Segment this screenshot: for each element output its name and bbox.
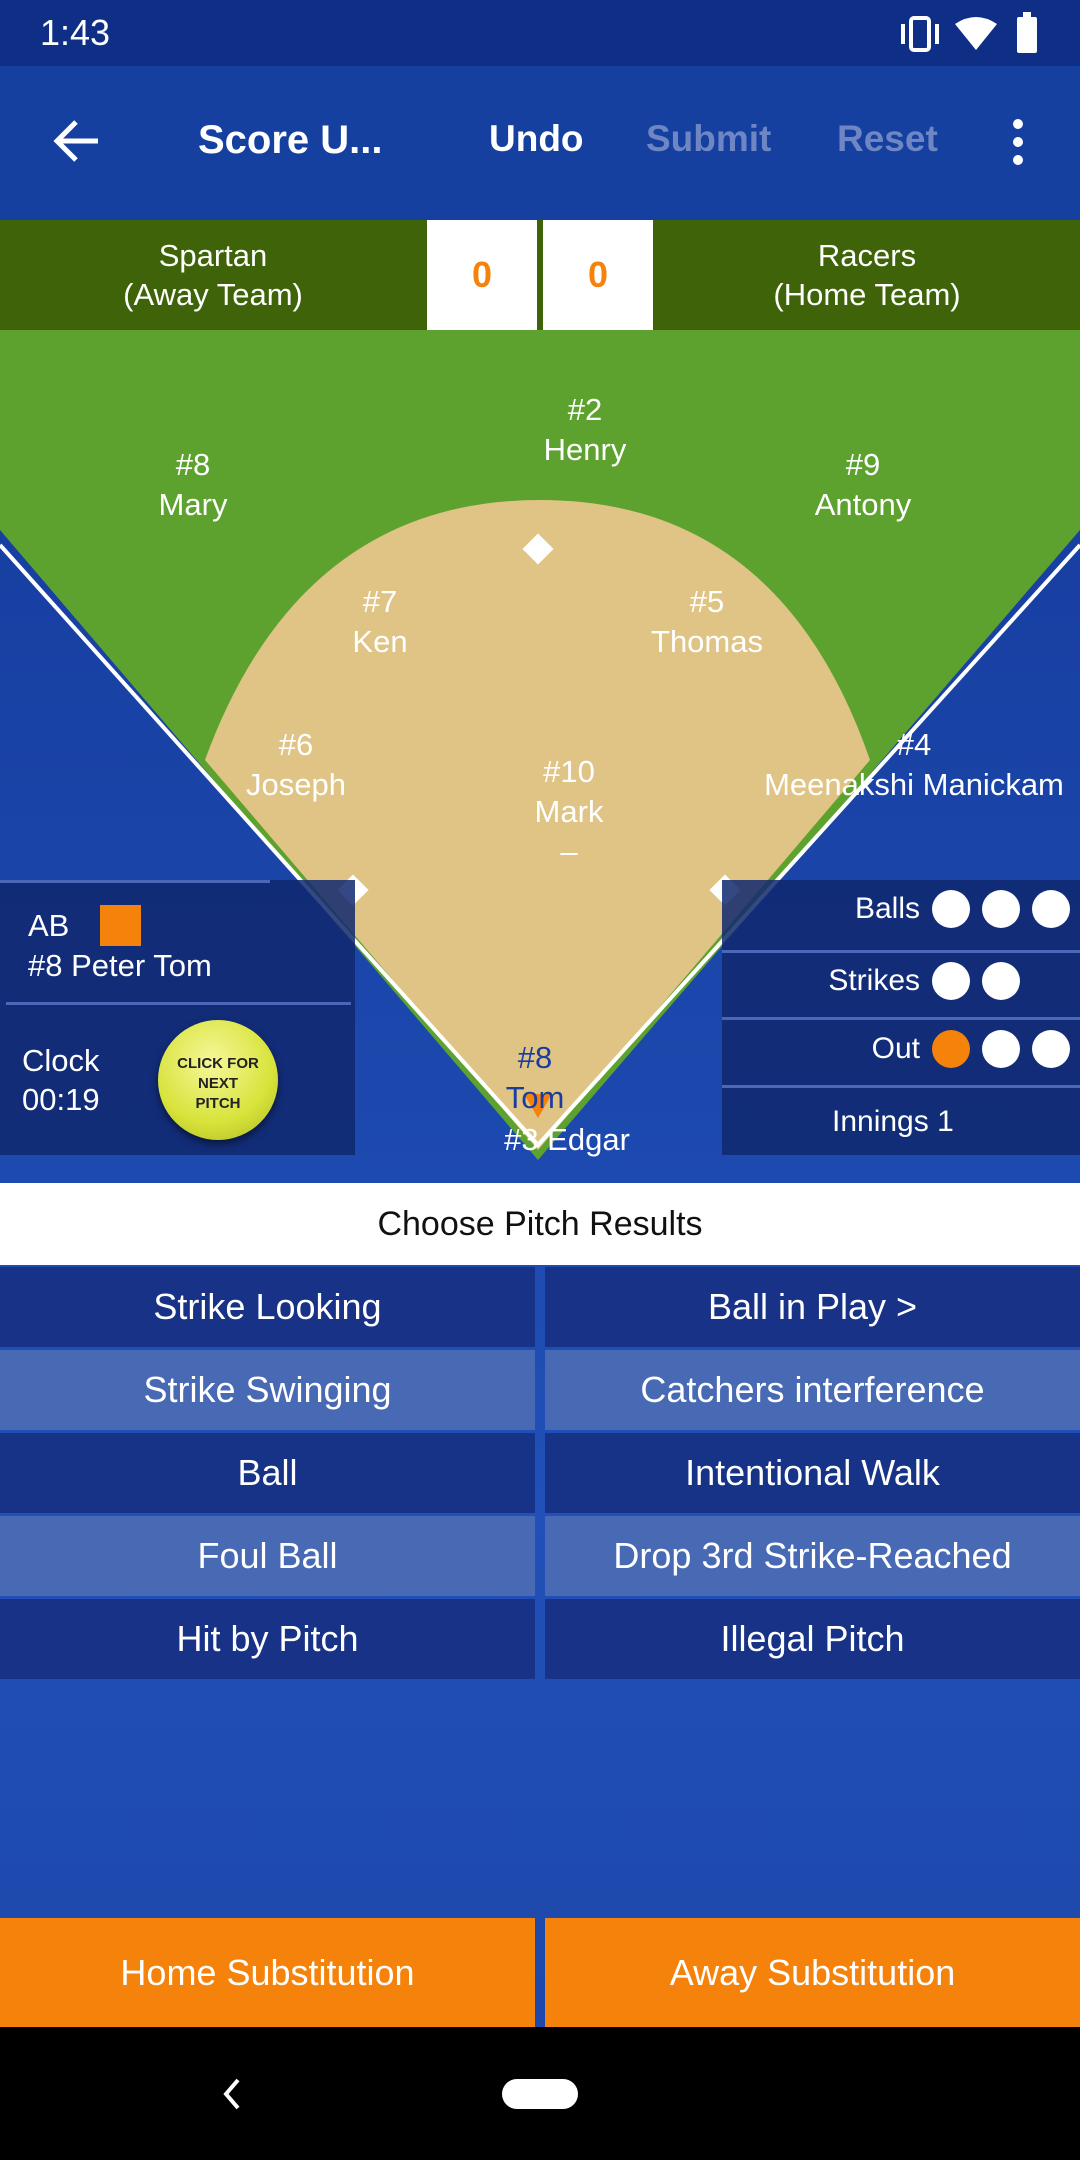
away-team: Spartan (Away Team) — [3, 236, 423, 314]
reset-button[interactable]: Reset — [837, 118, 938, 160]
batter-name: #8 Peter Tom — [28, 948, 212, 983]
intentional-walk-button[interactable]: Intentional Walk — [545, 1433, 1080, 1513]
page-title: Score U... — [198, 118, 383, 162]
more-options-icon[interactable] — [1008, 118, 1028, 168]
battery-icon — [1017, 12, 1037, 53]
home-team-name: Racers — [817, 238, 917, 273]
ball-indicator — [1032, 890, 1070, 928]
status-time: 1:43 — [40, 12, 111, 53]
player-position[interactable]: #5 Thomas — [651, 582, 763, 662]
at-bat-panel: AB #8 Peter Tom Clock 00:19 CLICK FOR NE… — [0, 880, 355, 1155]
player-position[interactable]: #8 Mary — [159, 445, 228, 525]
catcher-position[interactable]: #8 Tom — [506, 1038, 565, 1118]
vibrate-icon — [901, 16, 939, 52]
ball-in-play-button[interactable]: Ball in Play > — [545, 1267, 1080, 1347]
away-team-name: Spartan — [158, 238, 268, 273]
batter-label: #3 Edgar — [504, 1122, 630, 1157]
ab-label: AB — [28, 908, 70, 943]
player-position[interactable]: #9 Antony — [815, 445, 912, 525]
drop-3rd-strike-button[interactable]: Drop 3rd Strike-Reached — [545, 1516, 1080, 1596]
nav-home-button[interactable] — [502, 2079, 578, 2109]
strike-indicator — [982, 962, 1020, 1000]
foul-ball-button[interactable]: Foul Ball — [0, 1516, 535, 1596]
away-substitution-button[interactable]: Away Substitution — [545, 1918, 1080, 2027]
scoreboard: Spartan (Away Team) 0 0 Racers (Home Team) — [0, 220, 1080, 330]
home-substitution-button[interactable]: Home Substitution — [0, 1918, 535, 2027]
ab-indicator — [100, 905, 141, 946]
strike-swinging-button[interactable]: Strike Swinging — [0, 1350, 535, 1430]
ball-indicator — [932, 890, 970, 928]
pitch-results-title: Choose Pitch Results — [0, 1183, 1080, 1265]
ball-indicator — [982, 890, 1020, 928]
innings-label: Innings 1 — [832, 1105, 954, 1138]
away-team-label: (Away Team) — [123, 277, 303, 312]
outs-row: Out — [872, 1030, 1070, 1068]
player-position[interactable]: #6 Joseph — [246, 725, 346, 805]
clock-label: Clock — [22, 1043, 100, 1078]
home-team: Racers (Home Team) — [657, 236, 1077, 314]
strikes-row: Strikes — [828, 962, 1020, 1000]
count-panel: Balls Strikes Out Innings 1 — [722, 880, 1080, 1155]
navigation-bar — [0, 2027, 1080, 2160]
balls-row: Balls — [855, 890, 1070, 928]
out-indicator — [982, 1030, 1020, 1068]
strike-indicator — [932, 962, 970, 1000]
home-team-label: (Home Team) — [773, 277, 961, 312]
toolbar: Score U... Undo Submit Reset — [0, 66, 1080, 220]
pitcher-position[interactable]: #10 Mark – — [535, 752, 604, 872]
hit-by-pitch-button[interactable]: Hit by Pitch — [0, 1599, 535, 1679]
out-indicator — [1032, 1030, 1070, 1068]
away-score: 0 — [427, 220, 537, 330]
undo-button[interactable]: Undo — [489, 118, 584, 160]
nav-back-icon[interactable] — [222, 2077, 242, 2111]
clock-value: 00:19 — [22, 1082, 100, 1117]
back-arrow-icon[interactable] — [52, 118, 102, 164]
strike-looking-button[interactable]: Strike Looking — [0, 1267, 535, 1347]
player-position[interactable]: #7 Ken — [352, 582, 407, 662]
ball-button[interactable]: Ball — [0, 1433, 535, 1513]
wifi-icon — [955, 17, 997, 50]
illegal-pitch-button[interactable]: Illegal Pitch — [545, 1599, 1080, 1679]
player-position[interactable]: #2 Henry — [544, 390, 627, 470]
status-bar: 1:43 — [0, 0, 1080, 66]
catchers-interference-button[interactable]: Catchers interference — [545, 1350, 1080, 1430]
out-indicator — [932, 1030, 970, 1068]
next-pitch-ball-button[interactable]: CLICK FOR NEXT PITCH — [158, 1020, 278, 1140]
submit-button[interactable]: Submit — [646, 118, 771, 160]
player-position[interactable]: #4 Meenakshi Manickam — [764, 725, 1064, 805]
home-score: 0 — [543, 220, 653, 330]
